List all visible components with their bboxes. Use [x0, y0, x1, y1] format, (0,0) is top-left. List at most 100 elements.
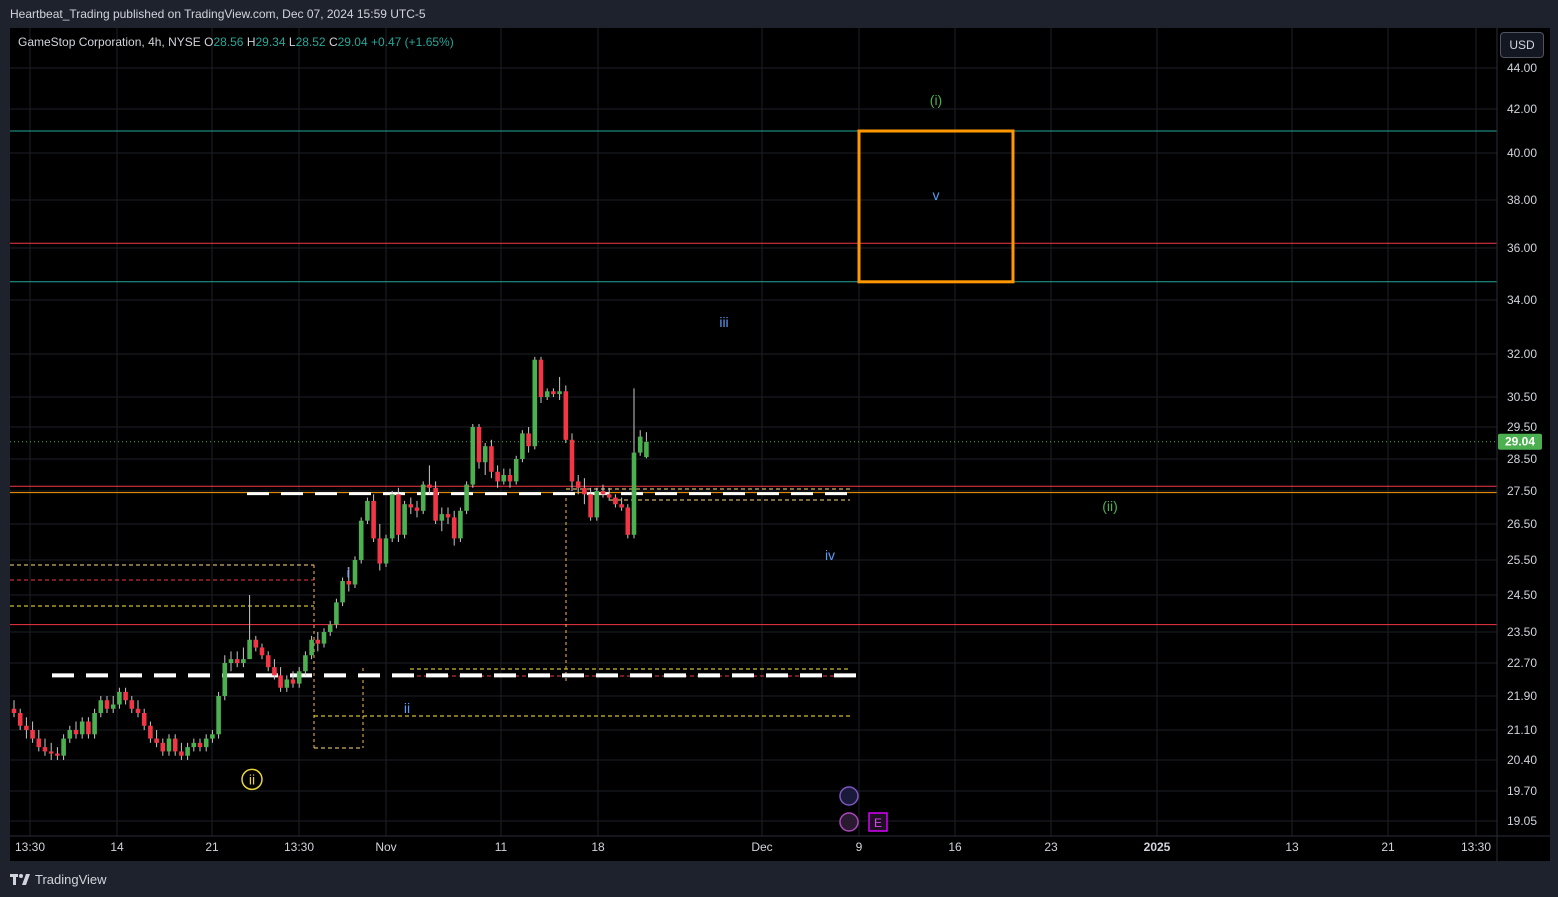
time-axis-label-2: 21 — [205, 840, 219, 854]
time-axis-label-10: 23 — [1044, 840, 1058, 854]
price-axis-label-19: 19.70 — [1507, 784, 1537, 798]
price-axis-label-15: 22.70 — [1507, 656, 1537, 670]
candle-body-11 — [79, 721, 85, 735]
price-chart[interactable]: (i)viii(ii)iviiiiiE44.0042.0040.0038.003… — [10, 28, 1550, 861]
candle-body-8 — [61, 738, 66, 756]
candle-body-41 — [265, 655, 271, 668]
candle-body-53 — [340, 581, 345, 603]
candle-body-25 — [166, 738, 172, 752]
time-axis-label-14: 13:30 — [1461, 840, 1491, 854]
candle-body-81 — [513, 459, 519, 482]
candle-body-65 — [414, 507, 420, 511]
wave-label-2: iii — [719, 314, 728, 330]
tradingview-logo[interactable]: TradingView — [10, 872, 107, 887]
candle-body-68 — [433, 487, 438, 521]
candle-body-17 — [117, 691, 122, 705]
candle-body-24 — [160, 742, 166, 752]
price-axis-label-14: 23.50 — [1507, 625, 1537, 639]
time-axis-label-11: 2025 — [1144, 840, 1171, 854]
publish-line: Heartbeat_Trading published on TradingVi… — [10, 7, 426, 21]
price-axis-label-16: 21.90 — [1507, 689, 1537, 703]
price-axis-label-5: 34.00 — [1507, 293, 1537, 307]
candle-body-94 — [594, 491, 600, 518]
wave-label-1: v — [933, 187, 940, 203]
candle-body-79 — [501, 475, 507, 482]
close-label: C — [328, 35, 338, 49]
time-axis-label-8: 9 — [856, 840, 863, 854]
candle-body-76 — [482, 446, 488, 463]
price-axis-label-13: 24.50 — [1507, 588, 1537, 602]
candle-body-7 — [55, 753, 60, 756]
candle-body-88 — [557, 391, 562, 395]
candle-body-16 — [110, 704, 116, 709]
candle-body-96 — [606, 494, 612, 498]
candle-body-67 — [427, 484, 432, 488]
candle-body-59 — [377, 538, 383, 564]
candle-body-5 — [42, 747, 48, 752]
candle-body-50 — [321, 632, 327, 644]
time-axis-label-4: Nov — [375, 840, 396, 854]
candle-body-82 — [520, 433, 525, 459]
candle-body-87 — [551, 391, 556, 395]
candle-body-30 — [197, 742, 203, 748]
candle-body-66 — [420, 484, 426, 511]
low-value: 28.52 — [295, 35, 326, 49]
candle-body-34 — [222, 663, 228, 696]
candle-body-92 — [582, 487, 587, 495]
price-axis-label-9: 28.50 — [1507, 452, 1537, 466]
wave-label-3: (ii) — [1102, 498, 1118, 514]
candle-body-3 — [30, 730, 35, 739]
candle-body-36 — [234, 659, 240, 663]
candle-body-99 — [625, 507, 631, 535]
wave-label-5: i — [346, 565, 349, 581]
earnings-event-label: E — [874, 816, 882, 830]
candle-body-39 — [253, 639, 259, 648]
wave-label-0: (i) — [930, 92, 942, 108]
price-axis-label-17: 21.10 — [1507, 723, 1537, 737]
open-value: 28.56 — [213, 35, 244, 49]
price-axis-label-20: 19.05 — [1507, 814, 1537, 828]
candle-body-60 — [383, 538, 389, 564]
lightning-event-icon — [839, 812, 859, 832]
candle-body-77 — [489, 446, 494, 472]
candle-body-43 — [278, 675, 283, 688]
candle-body-62 — [396, 494, 401, 535]
wave-label-6: ii — [404, 700, 410, 716]
wave-label-4: iv — [825, 547, 835, 563]
time-axis-label-5: 11 — [495, 840, 508, 854]
price-axis-label-1: 42.00 — [1507, 102, 1537, 116]
candle-body-6 — [48, 751, 54, 754]
price-axis-label-3: 38.00 — [1507, 193, 1537, 207]
tradingview-brand: TradingView — [35, 872, 107, 887]
candle-body-20 — [135, 708, 141, 713]
candle-body-23 — [154, 738, 159, 743]
close-value: 29.04 — [337, 35, 368, 49]
candle-body-74 — [470, 427, 476, 485]
symbol-legend: GameStop Corporation, 4h, NYSE O28.56 H2… — [18, 35, 454, 49]
price-axis-label-6: 32.00 — [1507, 347, 1537, 361]
currency-button[interactable]: USD — [1500, 32, 1544, 58]
tradingview-logo-icon — [10, 873, 30, 885]
candle-body-45 — [290, 679, 296, 684]
candle-body-101 — [637, 436, 643, 453]
time-axis-label-0: 13:30 — [15, 840, 45, 854]
candle-body-91 — [575, 481, 581, 488]
candle-body-83 — [526, 433, 531, 447]
candle-body-78 — [495, 471, 500, 482]
time-axis-label-6: 18 — [591, 840, 605, 854]
chart-area[interactable]: (i) v iii (ii) iv i ii ii E 44.00 42.00 40.00 38.00 3… — [10, 28, 1550, 861]
time-axis-label-3: 13:30 — [284, 840, 314, 854]
candle-body-63 — [402, 504, 407, 535]
symbol-title: GameStop Corporation, 4h, NYSE — [18, 35, 201, 49]
candle-body-52 — [334, 602, 339, 625]
candle-body-89 — [563, 391, 569, 440]
candle-body-9 — [67, 730, 73, 739]
candle-body-33 — [216, 696, 221, 735]
candle-body-42 — [272, 667, 277, 676]
candle-body-35 — [228, 659, 234, 663]
wave-label-7: ii — [249, 771, 255, 787]
candle-body-73 — [464, 484, 469, 511]
candle-body-28 — [185, 747, 190, 756]
candle-body-58 — [371, 500, 376, 539]
candle-body-12 — [86, 721, 91, 735]
